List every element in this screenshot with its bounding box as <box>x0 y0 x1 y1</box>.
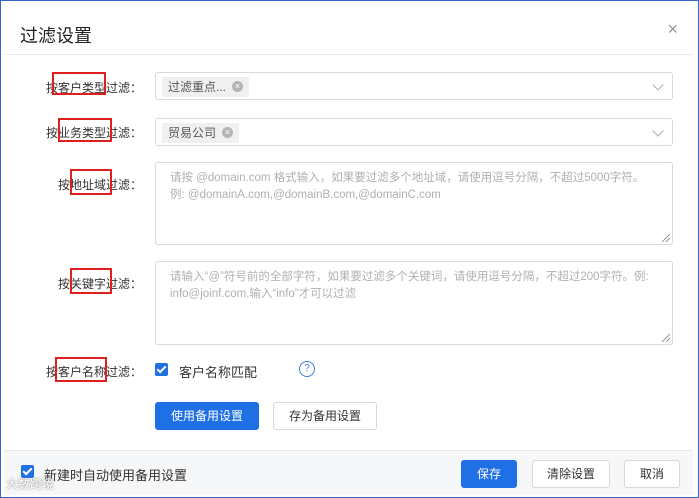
tag-remove-icon[interactable]: × <box>222 127 234 139</box>
highlight-box <box>52 72 106 95</box>
customer-name-match-label: 客户名称匹配 <box>179 365 258 380</box>
chevron-down-icon[interactable] <box>652 125 664 137</box>
tag-remove-icon[interactable]: × <box>232 81 244 93</box>
highlight-box <box>55 357 107 382</box>
highlight-box <box>70 268 112 294</box>
help-icon[interactable]: ? <box>299 361 315 377</box>
use-backup-settings-button[interactable]: 使用备用设置 <box>155 402 259 430</box>
highlight-box <box>58 118 112 142</box>
save-button[interactable]: 保存 <box>461 460 517 488</box>
dialog-footer: 新建时自动使用备用设置 保存 清除设置 取消 <box>4 450 694 495</box>
selected-tag: 过滤重点... × <box>162 77 250 97</box>
dialog-title: 过滤设置 <box>20 26 92 46</box>
clear-settings-button[interactable]: 清除设置 <box>532 460 610 488</box>
customer-type-select[interactable]: 过滤重点... × <box>155 72 673 100</box>
watermark: 大数跨境 <box>6 477 55 491</box>
tag-label: 过滤重点... <box>168 80 227 94</box>
keyword-textarea[interactable]: 请输入“@”符号前的全部字符，如果要过滤多个关键词，请使用逗号分隔，不超过200… <box>155 261 673 345</box>
title-divider <box>4 54 694 55</box>
highlight-box <box>70 169 112 195</box>
tag-label: 贸易公司 <box>168 126 217 140</box>
close-icon[interactable]: × <box>667 20 678 38</box>
business-type-select[interactable]: 贸易公司 × <box>155 118 673 146</box>
customer-name-match-checkbox[interactable] <box>155 363 168 376</box>
address-domain-placeholder: 请按 @domain.com 格式输入，如果要过滤多个地址域，请使用逗号分隔，不… <box>170 172 645 201</box>
keyword-placeholder: 请输入“@”符号前的全部字符，如果要过滤多个关键词，请使用逗号分隔，不超过200… <box>170 271 649 300</box>
auto-use-backup-label: 新建时自动使用备用设置 <box>44 468 188 483</box>
selected-tag: 贸易公司 × <box>162 123 240 143</box>
resize-handle-icon[interactable] <box>662 334 670 342</box>
filter-settings-dialog: 过滤设置 × 按客户类型过滤： 过滤重点... × 按业务类型过滤： 贸易公司 × … <box>4 4 694 495</box>
save-as-backup-button[interactable]: 存为备用设置 <box>273 402 377 430</box>
cancel-button[interactable]: 取消 <box>624 460 680 488</box>
address-domain-textarea[interactable]: 请按 @domain.com 格式输入，如果要过滤多个地址域，请使用逗号分隔，不… <box>155 162 673 245</box>
resize-handle-icon[interactable] <box>662 234 670 242</box>
chevron-down-icon[interactable] <box>652 79 664 91</box>
